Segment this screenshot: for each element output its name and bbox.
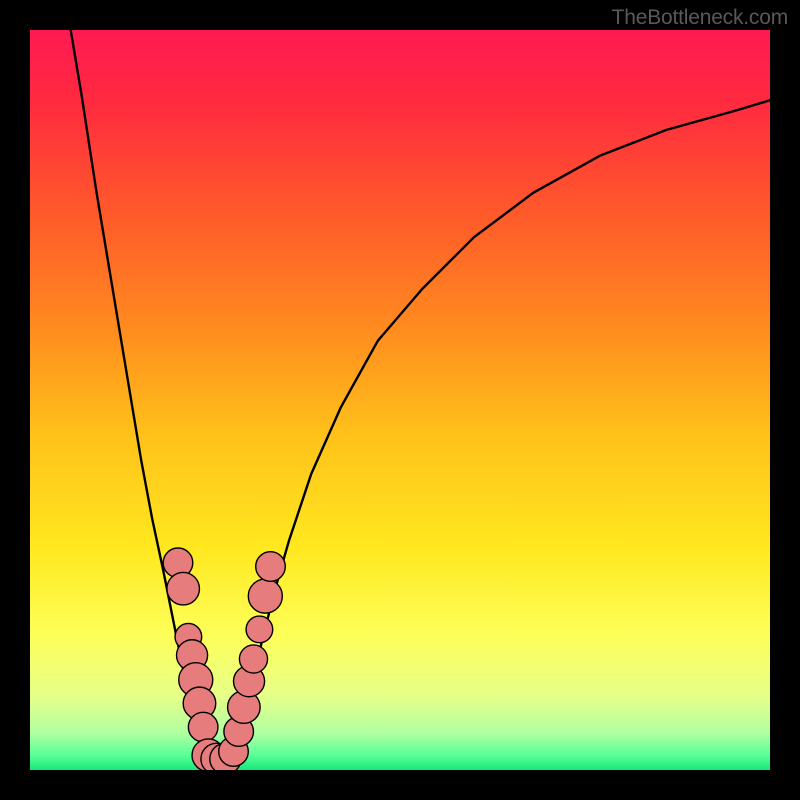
data-marker: [239, 645, 267, 673]
data-marker: [256, 552, 286, 582]
data-marker: [248, 579, 282, 613]
data-marker: [167, 572, 200, 605]
data-marker: [188, 712, 218, 742]
chart-svg: [30, 30, 770, 770]
plot-area: [30, 30, 770, 770]
chart-container: TheBottleneck.com: [0, 0, 800, 800]
data-marker: [246, 616, 273, 643]
watermark-text: TheBottleneck.com: [612, 6, 788, 30]
gradient-background: [30, 30, 770, 770]
